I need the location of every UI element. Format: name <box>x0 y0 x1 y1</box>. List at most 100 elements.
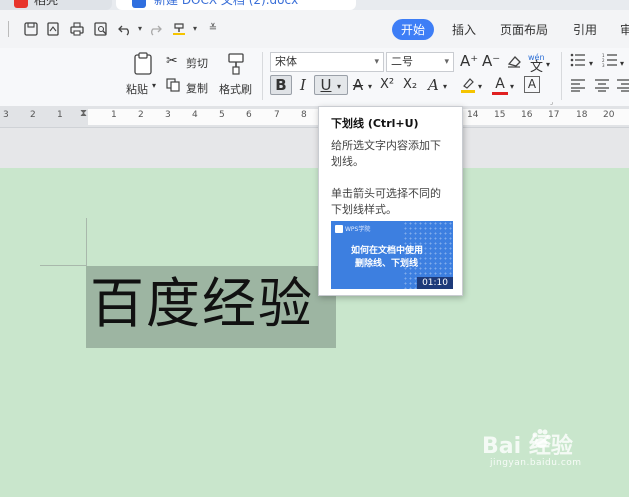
tab-docer[interactable]: 稻壳 <box>0 0 112 10</box>
horizontal-ruler[interactable]: 3 2 1 ⧗ 1 2 3 4 5 6 7 8 14 15 16 17 18 2… <box>0 106 629 128</box>
margin-guide-horizontal <box>40 265 87 266</box>
quick-access-bar: ▾ ▾ ≚ 开始 插入 页面布局 引用 审 <box>0 10 629 48</box>
char-border-button[interactable]: A <box>524 76 540 93</box>
format-painter-quick-icon[interactable] <box>172 22 186 36</box>
indent-marker-icon[interactable]: ⧗ <box>80 106 87 122</box>
ruler-number: 4 <box>192 110 198 120</box>
bullet-list-icon[interactable] <box>570 53 586 71</box>
strikethrough-dropdown-icon[interactable]: ▾ <box>368 79 372 95</box>
subscript-button[interactable]: X₂ <box>403 77 417 93</box>
text-effect-button[interactable]: A <box>428 77 439 93</box>
tab-bar: 稻壳 新建 DOCX 文档 (2).docx <box>0 0 629 10</box>
font-color-button[interactable]: A <box>492 76 508 92</box>
tooltip-desc-line: 下划线样式。 <box>331 203 397 216</box>
format-painter-dropdown-icon[interactable]: ▾ <box>188 22 202 36</box>
align-right-icon[interactable] <box>616 78 629 96</box>
menu-home[interactable]: 开始 <box>392 19 435 40</box>
underline-dropdown-icon[interactable]: ▾ <box>337 79 341 95</box>
pinyin-dropdown-icon[interactable]: ▾ <box>546 57 550 73</box>
menu-page-layout[interactable]: 页面布局 <box>500 21 548 38</box>
shrink-font-icon[interactable]: A⁻ <box>482 53 500 69</box>
ruler-number: 18 <box>576 110 588 120</box>
format-painter-label[interactable]: 格式刷 <box>219 81 252 97</box>
undo-icon[interactable] <box>118 22 132 36</box>
thumbnail-brand: WPS学院 <box>345 226 371 233</box>
paste-dropdown-icon[interactable]: ▾ <box>152 81 156 90</box>
copy-icon[interactable] <box>166 78 180 96</box>
bullet-dropdown-icon[interactable]: ▾ <box>589 56 593 72</box>
menu-insert[interactable]: 插入 <box>452 21 476 38</box>
ruler-number: 5 <box>219 110 225 120</box>
customize-icon[interactable]: ≚ <box>206 22 220 36</box>
font-size-select[interactable]: 二号 ▾ <box>386 52 454 72</box>
paste-icon[interactable] <box>132 52 154 76</box>
clear-format-icon[interactable] <box>506 53 522 73</box>
save-icon[interactable] <box>24 22 38 36</box>
export-pdf-icon[interactable] <box>46 22 60 36</box>
tab-document[interactable]: 新建 DOCX 文档 (2).docx <box>116 0 356 10</box>
numbered-dropdown-icon[interactable]: ▾ <box>620 56 624 72</box>
ruler-number: 14 <box>467 110 479 120</box>
print-icon[interactable] <box>70 22 84 36</box>
tooltip-desc-line: 单击箭头可选择不同的 <box>331 187 441 200</box>
align-left-icon[interactable] <box>570 78 586 96</box>
ruler-number: 7 <box>274 110 280 120</box>
grow-font-icon[interactable]: A⁺ <box>460 53 478 69</box>
copy-label[interactable]: 复制 <box>186 80 208 96</box>
superscript-button[interactable]: X² <box>380 77 394 93</box>
ruler-number: 6 <box>246 110 252 120</box>
tab-docer-label: 稻壳 <box>34 0 59 7</box>
menu-references[interactable]: 引用 <box>573 21 597 38</box>
redo-icon[interactable] <box>148 22 162 36</box>
strikethrough-button[interactable]: A <box>351 77 365 93</box>
ruler-number: 20 <box>603 110 615 120</box>
tutorial-video-thumbnail[interactable]: WPS学院 如何在文档中使用 删除线、下划线 01:10 <box>331 221 453 289</box>
ruler-number: 1 <box>57 110 63 120</box>
wps-academy-logo-icon <box>335 225 343 233</box>
bold-button[interactable]: B <box>273 77 289 93</box>
scissors-icon[interactable]: ✂ <box>166 53 178 69</box>
ruler-number: 1 <box>111 110 117 120</box>
ruler-number: 2 <box>30 110 36 120</box>
tooltip-desc-line: 划线。 <box>331 155 364 168</box>
word-doc-icon <box>132 0 146 8</box>
margin-guide-vertical <box>86 218 87 266</box>
ruler-number: 15 <box>494 110 506 120</box>
ruler-number: 3 <box>3 110 9 120</box>
thumbnail-title-line2: 删除线、下划线 <box>355 259 419 269</box>
cut-label[interactable]: 剪切 <box>186 55 208 71</box>
italic-button[interactable]: I <box>296 77 310 93</box>
undo-dropdown-icon[interactable]: ▾ <box>133 22 147 36</box>
highlight-button[interactable] <box>460 76 476 99</box>
wps-docer-icon <box>14 0 28 8</box>
font-color-bar <box>492 92 508 95</box>
numbered-list-icon[interactable]: 123 <box>602 53 618 71</box>
align-center-icon[interactable] <box>594 78 610 96</box>
font-size-value: 二号 <box>391 55 413 68</box>
ribbon-divider <box>561 52 562 100</box>
menu-review[interactable]: 审 <box>620 21 629 38</box>
font-name-select[interactable]: 宋体 ▾ <box>270 52 384 72</box>
tooltip-title: 下划线 (Ctrl+U) <box>331 117 419 130</box>
underline-button[interactable]: U <box>317 77 335 93</box>
ruler-number: 8 <box>301 110 307 120</box>
watermark-text: Bai 经验 <box>482 434 573 459</box>
watermark-url: jingyan.baidu.com <box>490 458 582 468</box>
ribbon-home: 粘贴 ▾ ✂ 剪切 复制 格式刷 宋体 ▾ 二号 ▾ A⁺ A⁻ wén 文 ▾… <box>0 48 629 106</box>
highlight-dropdown-icon[interactable]: ▾ <box>478 79 482 95</box>
ruler-number: 3 <box>165 110 171 120</box>
page-gap <box>0 128 629 168</box>
underline-tooltip: 下划线 (Ctrl+U) 给所选文字内容添加下 划线。 单击箭头可选择不同的 下… <box>318 106 463 296</box>
ribbon-divider <box>262 52 263 100</box>
tooltip-desc-line: 给所选文字内容添加下 <box>331 139 441 152</box>
text-effect-dropdown-icon[interactable]: ▾ <box>443 79 447 95</box>
chevron-down-icon: ▾ <box>444 57 449 67</box>
svg-text:3: 3 <box>602 63 605 67</box>
quick-access-separator <box>8 21 9 37</box>
thumbnail-title-line1: 如何在文档中使用 <box>351 246 424 256</box>
document-text[interactable]: 百度经验 <box>90 270 314 338</box>
print-preview-icon[interactable] <box>94 22 108 36</box>
paste-label[interactable]: 粘贴 <box>126 81 148 97</box>
format-painter-icon[interactable] <box>226 52 246 76</box>
font-color-dropdown-icon[interactable]: ▾ <box>510 79 514 95</box>
